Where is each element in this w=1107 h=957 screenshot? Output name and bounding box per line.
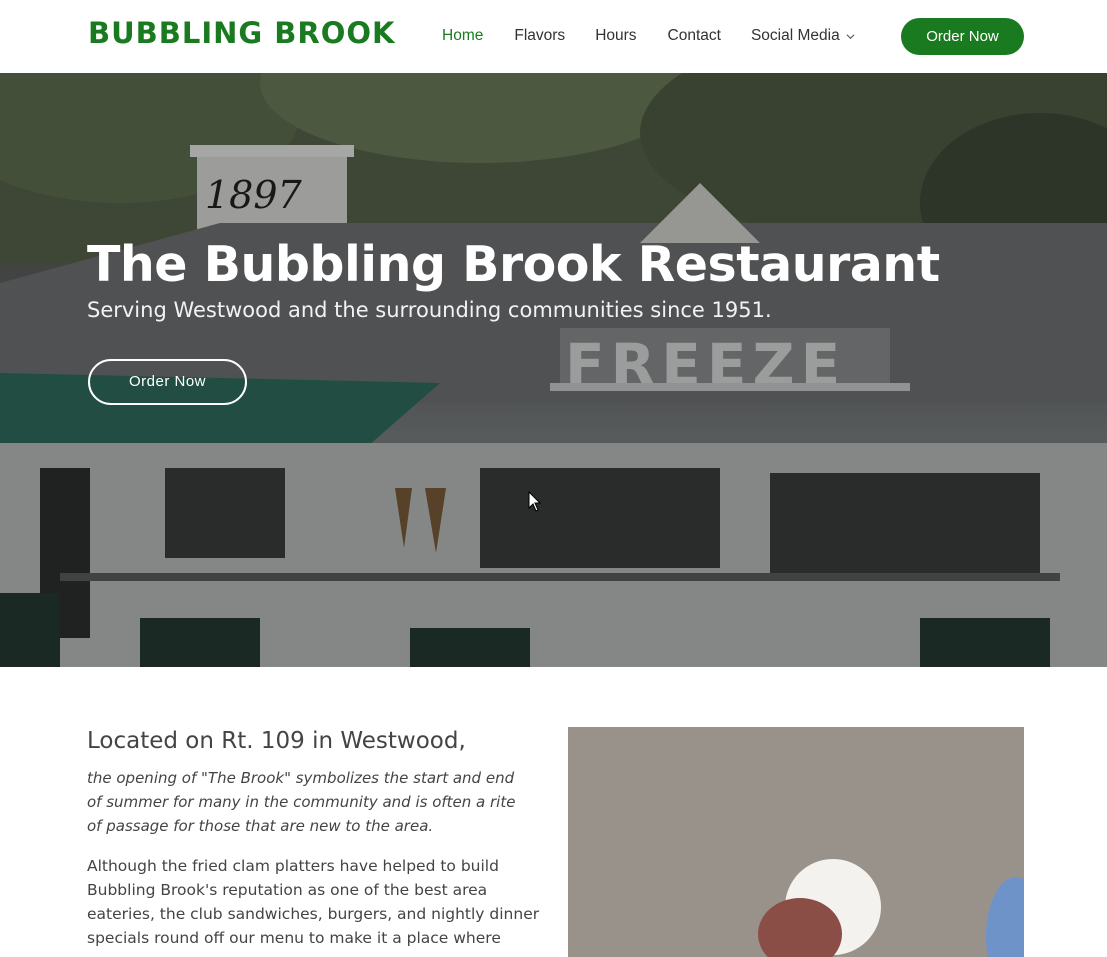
ice-cream-photo bbox=[568, 727, 1024, 957]
chevron-down-icon bbox=[846, 33, 855, 39]
site-header: BUBBLING BROOK Home Flavors Hours Contac… bbox=[0, 0, 1107, 73]
ice-cream-image bbox=[568, 727, 1024, 957]
about-lead-text: the opening of "The Brook" symbolizes th… bbox=[87, 769, 516, 835]
site-logo[interactable]: BUBBLING BROOK bbox=[88, 16, 396, 50]
nav-social-media-label: Social Media bbox=[750, 27, 840, 44]
nav-home[interactable]: Home bbox=[442, 27, 483, 45]
nav-flavors[interactable]: Flavors bbox=[514, 27, 565, 45]
hero-order-now-button[interactable]: Order Now bbox=[88, 359, 247, 405]
main-nav: Home Flavors Hours Contact Social Media bbox=[442, 26, 855, 46]
about-body-text: Although the fried clam platters have he… bbox=[87, 857, 540, 957]
hero-title: The Bubbling Brook Restaurant bbox=[87, 236, 940, 293]
hero-subtitle: Serving Westwood and the surrounding com… bbox=[87, 298, 772, 322]
mouse-cursor-icon bbox=[528, 491, 542, 512]
nav-social-media[interactable]: Social Media bbox=[751, 27, 855, 45]
nav-contact[interactable]: Contact bbox=[668, 27, 721, 45]
order-now-button[interactable]: Order Now bbox=[901, 18, 1024, 55]
about-heading: Located on Rt. 109 in Westwood, bbox=[87, 728, 466, 754]
nav-hours[interactable]: Hours bbox=[595, 27, 636, 45]
